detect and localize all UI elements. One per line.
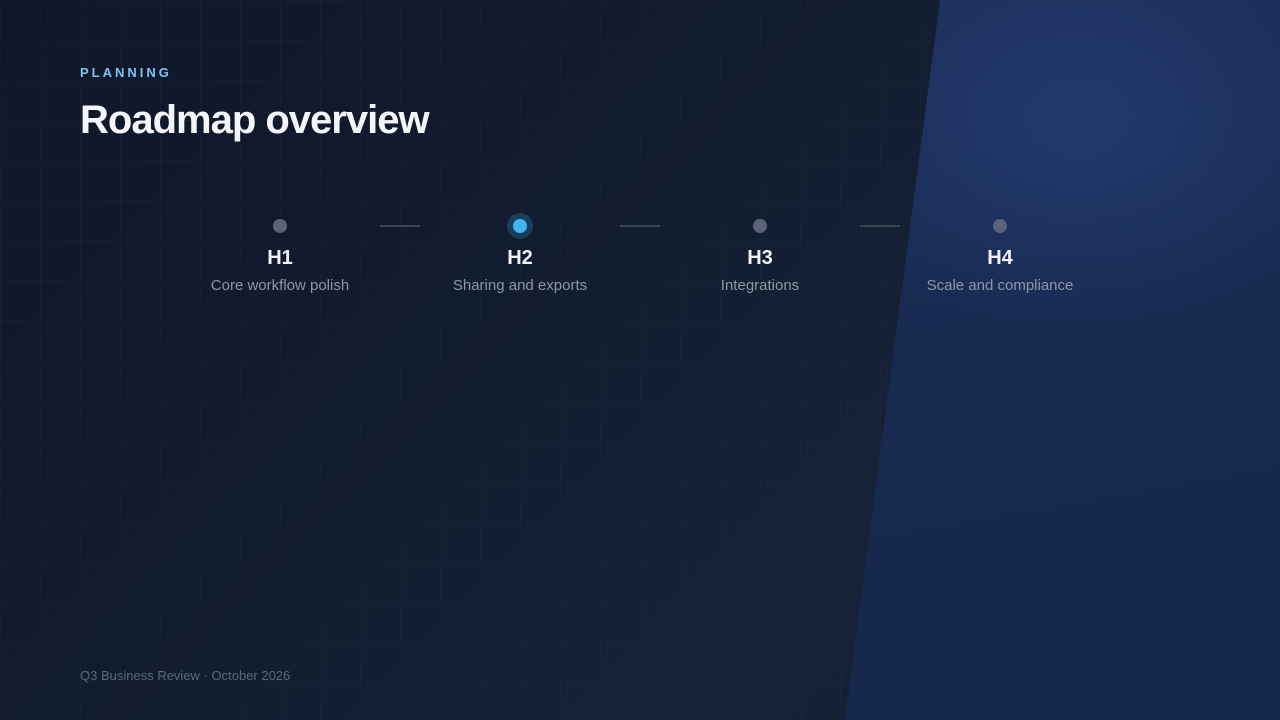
slide: PLANNING Roadmap overview H1 Core workfl… [0, 0, 1280, 720]
milestone-description: Core workflow polish [210, 277, 350, 294]
milestone-dot-h2-active [513, 219, 527, 233]
slide-footer: Q3 Business Review · October 2026 [80, 668, 291, 683]
milestone-description: Sharing and exports [452, 277, 588, 294]
milestone-label: H1 [267, 247, 293, 269]
milestone-description: Integrations [720, 277, 800, 294]
milestone-h3: H3 Integrations [640, 210, 880, 296]
milestone-dot-h1 [273, 219, 287, 233]
milestone-h2: H2 Sharing and exports [400, 210, 640, 296]
milestone-description: Scale and compliance [926, 277, 1074, 294]
milestone-label: H3 [747, 247, 773, 269]
milestone-dot-h3 [753, 219, 767, 233]
milestone-h4: H4 Scale and compliance [880, 210, 1120, 296]
page-title: Roadmap overview [80, 98, 430, 142]
section-eyebrow: PLANNING [80, 65, 172, 80]
milestone-h1: H1 Core workflow polish [160, 210, 400, 296]
milestone-dot-h4 [993, 219, 1007, 233]
roadmap-timeline: H1 Core workflow polish H2 Sharing and e… [160, 210, 1120, 320]
milestone-label: H2 [507, 247, 533, 269]
milestone-label: H4 [987, 247, 1013, 269]
